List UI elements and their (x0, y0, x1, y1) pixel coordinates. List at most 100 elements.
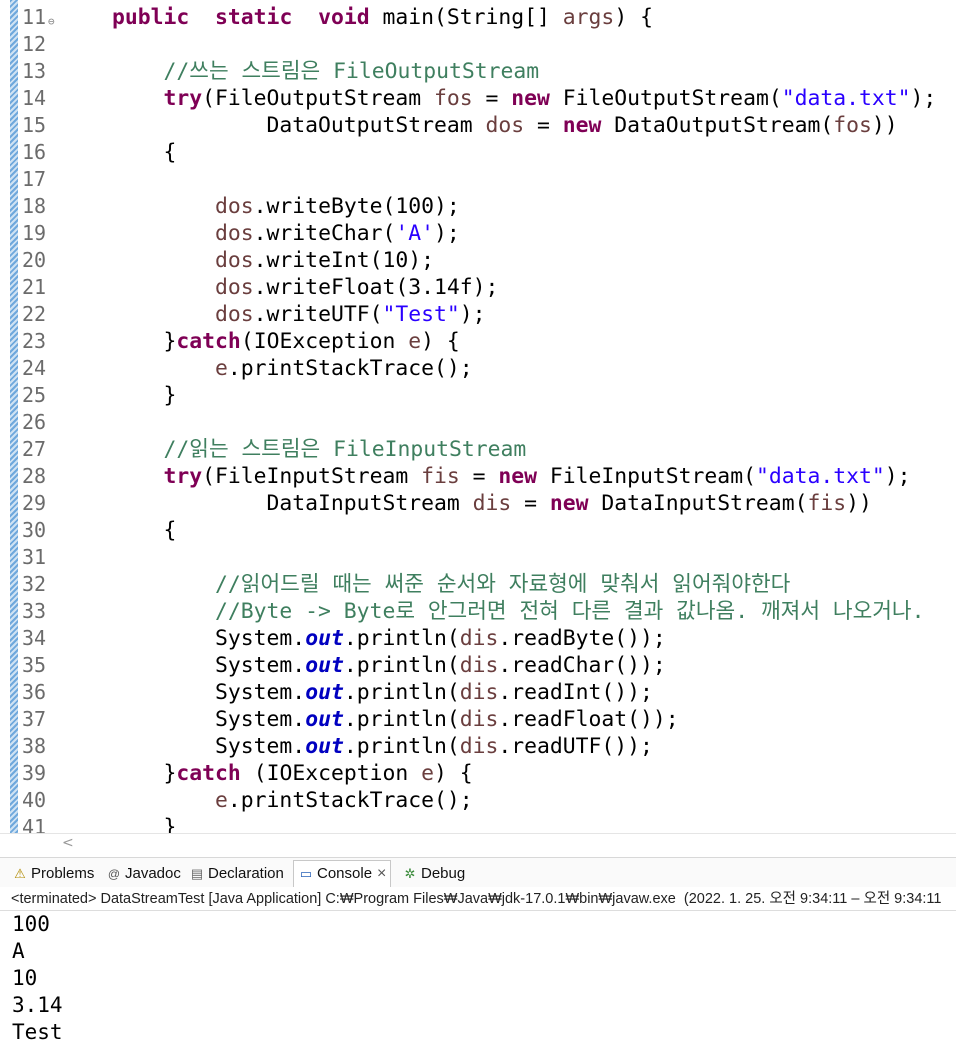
tab-problems[interactable]: ⚠ Problems (12, 861, 94, 887)
code-line[interactable]: 25 } (0, 382, 956, 409)
code-text: System.out.println(dis.readInt()); (112, 679, 653, 706)
line-number: 13 (22, 59, 47, 83)
code-token: ) { (434, 761, 473, 786)
code-token: //Byte -> Byte로 안그러면 전혀 다른 결과 값나옴. 깨져서 나… (112, 599, 925, 624)
tab-declaration[interactable]: ▤ Declaration (189, 861, 284, 887)
code-token: e (215, 356, 228, 381)
code-token: out (305, 734, 344, 759)
line-number: 30 (22, 518, 47, 542)
code-text: dos.writeFloat(3.14f); (112, 274, 498, 301)
code-line[interactable]: 40 e.printStackTrace(); (0, 787, 956, 814)
code-token: = (511, 491, 550, 516)
code-token: fos (833, 113, 872, 138)
line-number: 15 (22, 113, 47, 137)
code-token: ); (884, 464, 911, 489)
tab-javadoc[interactable]: @ Javadoc (106, 861, 181, 887)
code-line[interactable]: 24 e.printStackTrace(); (0, 355, 956, 382)
code-line[interactable]: 26 (0, 409, 956, 436)
code-token: .writeUTF( (253, 302, 383, 327)
code-text: dos.writeInt(10); (112, 247, 434, 274)
code-token: fis (421, 464, 460, 489)
code-line[interactable]: 11 ⊖ public static void main(String[] args… (0, 4, 956, 31)
tab-javadoc-label: Javadoc (125, 865, 181, 882)
code-text: { (112, 517, 177, 544)
close-icon[interactable]: × (377, 861, 386, 887)
code-token: FileOutputStream( (549, 86, 782, 111)
code-line[interactable]: 12 (0, 31, 956, 58)
code-line[interactable]: 19 dos.writeChar('A'); (0, 220, 956, 247)
code-text: //쓰는 스트림은 FileOutputStream (112, 58, 540, 85)
code-token: dis (459, 734, 499, 759)
code-token: out (305, 707, 344, 732)
code-token: .writeByte(100); (253, 194, 460, 219)
code-token: dos (215, 302, 254, 327)
code-line[interactable]: 41 } (0, 814, 956, 833)
code-line[interactable]: 29 DataInputStream dis = new DataInputSt… (0, 490, 956, 517)
code-line[interactable]: 23 }catch(IOException e) { (0, 328, 956, 355)
code-line[interactable]: 13 //쓰는 스트림은 FileOutputStream (0, 58, 956, 85)
tab-console[interactable]: ▭ Console × (293, 860, 392, 887)
line-number: 37 (22, 707, 47, 731)
line-number: 24 (22, 356, 47, 380)
code-text: dos.writeChar('A'); (112, 220, 460, 247)
code-line[interactable]: 20 dos.writeInt(10); (0, 247, 956, 274)
code-token: = (459, 464, 499, 489)
code-line[interactable]: 35 System.out.println(dis.readChar()); (0, 652, 956, 679)
code-editor[interactable]: 11 ⊖ public static void main(String[] args… (0, 0, 956, 833)
code-line[interactable]: 31 (0, 544, 956, 571)
code-line[interactable]: 28 try(FileInputStream fis = new FileInp… (0, 463, 956, 490)
line-number: 11 (22, 5, 47, 29)
code-line[interactable]: 38 System.out.println(dis.readUTF()); (0, 733, 956, 760)
horizontal-scrollbar[interactable]: < (0, 833, 956, 856)
code-line[interactable]: 32 //읽어드릴 때는 써준 순서와 자료형에 맞춰서 읽어줘야한다 (0, 571, 956, 598)
code-token: .println( (343, 707, 460, 732)
line-number: 14 (22, 86, 47, 110)
code-token: DataOutputStream( (601, 113, 834, 138)
scroll-left-icon[interactable]: < (62, 835, 74, 851)
code-line[interactable]: 33 //Byte -> Byte로 안그러면 전혀 다른 결과 값나옴. 깨져… (0, 598, 956, 625)
code-token: { (112, 140, 177, 165)
code-token: ) { (421, 329, 460, 354)
code-token: e (215, 788, 228, 813)
code-token: } (112, 815, 177, 833)
line-number: 16 (22, 140, 47, 164)
line-number: 22 (22, 302, 47, 326)
line-number: 26 (22, 410, 47, 434)
line-number: 39 (22, 761, 47, 785)
tab-problems-label: Problems (31, 865, 95, 882)
code-text: DataOutputStream dos = new DataOutputStr… (112, 112, 898, 139)
tab-debug[interactable]: ✲ Debug (402, 861, 466, 887)
code-line[interactable]: 18 dos.writeByte(100); (0, 193, 956, 220)
code-line[interactable]: 21 dos.writeFloat(3.14f); (0, 274, 956, 301)
code-token: dos (215, 248, 254, 273)
code-text: System.out.println(dis.readUTF()); (112, 733, 653, 760)
code-token: ); (910, 86, 937, 111)
code-line[interactable]: 17 (0, 166, 956, 193)
code-line[interactable]: 34 System.out.println(dis.readByte()); (0, 625, 956, 652)
code-token: fos (433, 86, 473, 111)
code-line[interactable]: 16 { (0, 139, 956, 166)
code-line[interactable]: 14 try(FileOutputStream fos = new FileOu… (0, 85, 956, 112)
debug-icon: ✲ (404, 866, 416, 881)
line-number: 28 (22, 464, 47, 488)
code-line[interactable]: 30 { (0, 517, 956, 544)
code-token: try (163, 464, 203, 489)
code-token: .println( (343, 653, 460, 678)
console-output[interactable]: 100 A 10 3.14 Test (0, 911, 956, 1054)
code-line[interactable]: 39 }catch (IOException e) { (0, 760, 956, 787)
code-token: } (112, 329, 177, 354)
code-token: .printStackTrace(); (227, 356, 473, 381)
code-line[interactable]: 37 System.out.println(dis.readFloat()); (0, 706, 956, 733)
code-line[interactable]: 22 dos.writeUTF("Test"); (0, 301, 956, 328)
code-token: { (112, 518, 177, 543)
code-token: System. (112, 734, 306, 759)
code-line[interactable]: 36 System.out.println(dis.readInt()); (0, 679, 956, 706)
code-token: "data.txt" (781, 86, 911, 111)
line-number: 33 (22, 599, 47, 623)
code-text: try(FileInputStream fis = new FileInputS… (112, 463, 911, 490)
code-line[interactable]: 27 //읽는 스트림은 FileInputStream (0, 436, 956, 463)
code-line[interactable]: 15 DataOutputStream dos = new DataOutput… (0, 112, 956, 139)
code-token: } (112, 761, 177, 786)
code-token: catch (176, 761, 241, 786)
